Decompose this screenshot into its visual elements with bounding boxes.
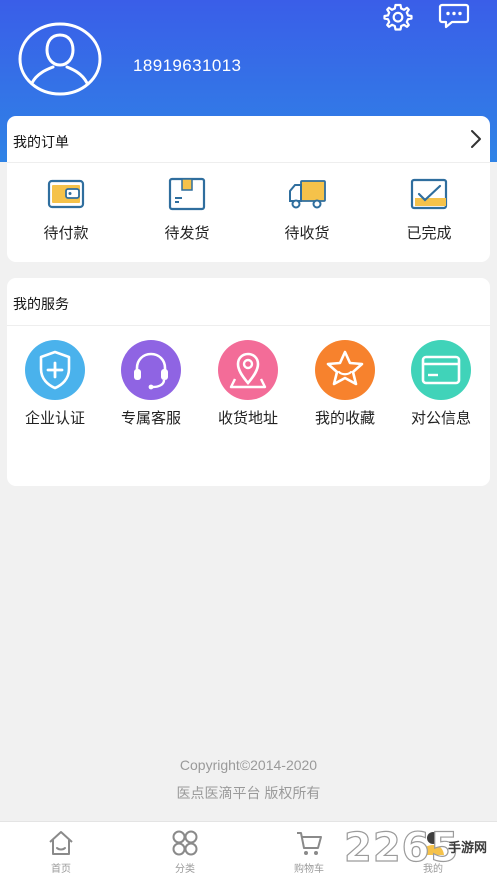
tab-cart[interactable]: 购物车 [279, 826, 339, 878]
watermark-text: 手游网 [448, 840, 488, 855]
service-label-enterprise-certification: 企业认证 [24, 410, 85, 427]
services-divider [7, 325, 490, 326]
orders-card: 我的订单 待付款 待发货 待收货 已完成 [7, 116, 490, 262]
tab-label-cart: 购物车 [294, 864, 324, 875]
service-item-shipping-address[interactable]: 收货地址 [193, 339, 303, 429]
service-item-my-favorites[interactable]: 我的收藏 [290, 339, 400, 429]
order-item-completed[interactable]: 已完成 [379, 176, 479, 256]
order-label-pending-shipment: 待发货 [164, 225, 210, 242]
service-label-shipping-address: 收货地址 [217, 410, 278, 427]
orders-divider [7, 162, 490, 163]
copyright-text: Copyright©2014-2020 [179, 757, 318, 773]
gear-icon[interactable] [383, 2, 413, 32]
tab-label-home: 首页 [51, 864, 71, 875]
service-item-customer-service[interactable]: 专属客服 [96, 339, 206, 429]
order-item-pending-receipt[interactable]: 待收货 [257, 176, 357, 256]
completed-check-icon [410, 178, 448, 210]
wallet-icon [47, 179, 85, 209]
tab-category[interactable]: 分类 [155, 826, 215, 878]
map-pin-icon [218, 340, 278, 400]
service-label-corporate-info: 对公信息 [410, 410, 471, 427]
orders-title: 我的订单 [13, 134, 69, 150]
services-title: 我的服务 [13, 296, 69, 312]
phone-number: 18919631013 [133, 56, 242, 75]
watermark-number: 2265 [343, 824, 460, 871]
order-item-pending-payment[interactable]: 待付款 [16, 176, 116, 256]
chat-bubble-icon[interactable] [438, 2, 470, 30]
service-item-corporate-info[interactable]: 对公信息 [386, 339, 496, 429]
service-label-my-favorites: 我的收藏 [314, 410, 375, 427]
company-rights-text: 医点医滴平台 版权所有 [176, 785, 321, 801]
star-icon [315, 340, 375, 400]
service-label-customer-service: 专属客服 [120, 410, 181, 427]
order-label-pending-receipt: 待收货 [284, 225, 330, 242]
shield-plus-icon [25, 340, 85, 400]
chevron-right-icon[interactable] [469, 129, 483, 149]
package-box-icon [168, 177, 206, 211]
tab-label-category: 分类 [175, 864, 195, 875]
delivery-truck-icon [289, 180, 326, 209]
user-avatar-icon[interactable] [17, 21, 103, 97]
order-label-pending-payment: 待付款 [43, 225, 89, 242]
cart-icon [297, 832, 322, 855]
home-icon [49, 831, 73, 855]
card-icon [411, 340, 471, 400]
headset-icon [121, 340, 181, 400]
order-label-completed: 已完成 [406, 225, 452, 242]
service-item-enterprise-certification[interactable]: 企业认证 [0, 339, 110, 429]
site-watermark: 2265 手游网 [343, 824, 494, 873]
category-icon [172, 830, 198, 856]
tab-home[interactable]: 首页 [31, 826, 91, 878]
order-item-pending-shipment[interactable]: 待发货 [137, 176, 237, 256]
